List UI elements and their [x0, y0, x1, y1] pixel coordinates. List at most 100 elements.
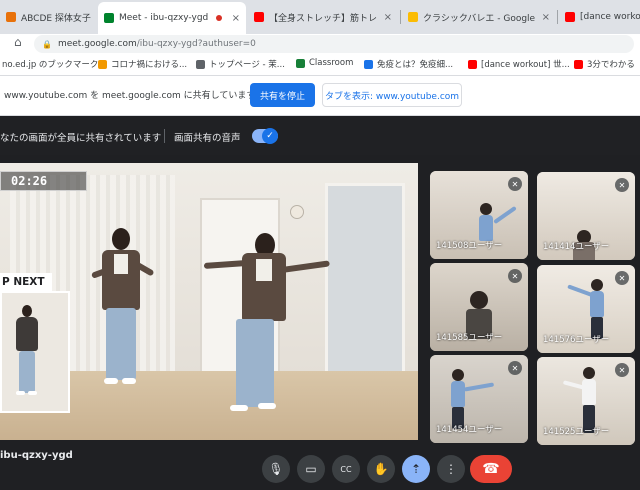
participant-name: 141525ユーザー — [543, 427, 610, 437]
tab-separator — [557, 10, 558, 24]
bookmark-item[interactable]: 3分でわかる — [574, 58, 635, 70]
tab-title: [dance workout] ... — [580, 12, 640, 22]
tab-title: 【全身ストレッチ】筋トレ — [269, 13, 378, 24]
participant-tile[interactable]: ✕ 141508ユーザー — [430, 171, 528, 259]
address-bar[interactable]: 🔒 meet.google.com /ibu-qzxy-ygd?authuser… — [34, 35, 634, 53]
bookmark-label: 免疫とは？免疫細... — [377, 60, 454, 70]
recording-indicator-icon — [216, 15, 223, 21]
dancer-shoe — [258, 403, 276, 409]
meeting-code: ibu-qzxy-ygd — [0, 450, 73, 461]
dancer-shirt — [114, 254, 128, 274]
mic-off-icon: ✕ — [508, 177, 522, 191]
mic-off-icon: ✕ — [508, 361, 522, 375]
participant-head — [583, 367, 595, 379]
browser-toolbar: ⌂ 🔒 meet.google.com /ibu-qzxy-ygd?authus… — [0, 34, 640, 54]
participant-tile[interactable]: ✕ 141576ユーザー — [537, 265, 635, 353]
youtube-icon — [254, 12, 264, 22]
presenting-bar: なたの画面が全員に共有されています 画面共有の音声 ✓ — [0, 117, 640, 155]
participant-name: 141576ユーザー — [543, 335, 610, 345]
more-options-button[interactable]: ⋮ — [437, 455, 465, 483]
participant-tile[interactable]: ✕ 141585ユーザー — [430, 263, 528, 351]
dancer-jacket — [16, 317, 38, 351]
dancer-shoe — [16, 391, 25, 395]
present-screen-icon: ⇡ — [410, 462, 422, 476]
tab-stretch[interactable]: 【全身ストレッチ】筋トレ × — [248, 4, 398, 30]
bookmark-item[interactable]: 免疫とは？免疫細... — [364, 58, 453, 70]
home-icon[interactable]: ⌂ — [14, 35, 22, 49]
divider — [164, 129, 165, 143]
bookmark-item[interactable]: Classroom — [296, 58, 353, 68]
bookmark-favicon-icon — [98, 59, 107, 69]
participant-name: 141414ユーザー — [543, 242, 610, 252]
share-audio-toggle[interactable]: ✓ — [252, 128, 278, 144]
bookmark-item[interactable]: no.ed.jp のブックマーク — [2, 58, 98, 70]
hand-icon: ✋ — [373, 462, 389, 476]
video-timer: 02:26 — [0, 171, 87, 191]
leave-call-button[interactable]: ☎ — [470, 455, 512, 483]
tab-meet[interactable]: Meet - ibu-qzxy-ygd × — [98, 2, 246, 34]
dancer-shoe — [122, 378, 136, 384]
tab-title: クラシックバレエ - Google — [423, 13, 536, 24]
tab-dance-workout[interactable]: [dance workout] ... — [559, 4, 640, 30]
participant-head — [591, 279, 603, 291]
show-tab-button[interactable]: タブを表示: www.youtube.com — [322, 83, 462, 107]
camera-button[interactable]: ▭ — [297, 455, 325, 483]
tab-title: ABCDE 探体女子 — [21, 13, 91, 24]
bookmark-label: コロナ禍における... — [111, 60, 188, 70]
close-icon[interactable]: × — [378, 12, 392, 23]
browser-tab-strip: ABCDE 探体女子 × Meet - ibu-qzxy-ygd × 【全身スト… — [0, 0, 640, 34]
participant-name: 141585ユーザー — [436, 333, 503, 343]
tab-abcde[interactable]: ABCDE 探体女子 × — [0, 4, 96, 30]
dancer-shoe — [104, 378, 118, 384]
bookmark-label: Classroom — [309, 58, 354, 68]
tab-title: Meet - ibu-qzxy-ygd — [119, 13, 209, 23]
bookmark-item[interactable]: [dance workout] 世... — [468, 58, 570, 70]
participant-body — [590, 291, 604, 317]
generic-favicon-icon — [6, 12, 16, 22]
participant-body — [582, 379, 596, 405]
url-domain: meet.google.com — [57, 39, 137, 49]
sharing-message: www.youtube.com を meet.google.com に共有してい… — [4, 91, 256, 101]
youtube-icon — [574, 59, 583, 69]
participant-tile[interactable]: ✕ 141414ユーザー — [537, 172, 635, 260]
up-next-thumbnail[interactable] — [0, 291, 70, 413]
mic-off-icon: ✕ — [508, 269, 522, 283]
phone-hangup-icon: ☎ — [482, 461, 500, 477]
bookmark-favicon-icon — [364, 59, 373, 69]
lock-icon[interactable]: 🔒 — [42, 40, 52, 49]
participant-head — [470, 291, 488, 309]
microphone-icon: 🎙 — [268, 462, 284, 476]
dancer-head — [22, 305, 32, 317]
participant-tile[interactable]: ✕ 141525ユーザー — [537, 357, 635, 445]
mic-button[interactable]: 🎙 — [262, 455, 290, 483]
dancer-figure — [200, 233, 340, 423]
wall-clock-icon — [290, 205, 304, 219]
tab-separator — [400, 10, 401, 24]
participant-tile[interactable]: ✕ 141454ユーザー — [430, 355, 528, 443]
close-icon[interactable]: × — [91, 12, 96, 23]
share-audio-label: 画面共有の音声 — [174, 133, 241, 144]
docs-icon — [408, 12, 418, 22]
dancer-shoe — [28, 391, 37, 395]
close-icon[interactable]: × — [536, 12, 550, 23]
raise-hand-button[interactable]: ✋ — [367, 455, 395, 483]
youtube-icon — [565, 12, 575, 22]
bookmark-item[interactable]: トップページ - 茉... — [196, 58, 285, 70]
captions-button[interactable]: CC — [332, 455, 360, 483]
dancer-jeans — [19, 351, 35, 393]
tab-ballet[interactable]: クラシックバレエ - Google × — [402, 4, 556, 30]
stop-sharing-button[interactable]: 共有を停止 — [250, 83, 315, 107]
participant-head — [452, 369, 464, 381]
dancer-figure — [10, 305, 50, 405]
dancer-figure — [90, 228, 162, 398]
close-icon[interactable]: × — [226, 13, 240, 24]
tab-sharing-infobar: www.youtube.com を meet.google.com に共有してい… — [0, 76, 640, 116]
present-button[interactable]: ⇡ — [402, 455, 430, 483]
meet-icon — [104, 13, 114, 23]
dancer-shoe — [230, 405, 248, 411]
captions-icon: CC — [340, 464, 352, 474]
participant-head — [480, 203, 492, 215]
bookmark-item[interactable]: コロナ禍における... — [98, 58, 187, 70]
bookmark-label: 3分でわかる — [587, 60, 635, 70]
dancer-arm — [203, 260, 247, 269]
